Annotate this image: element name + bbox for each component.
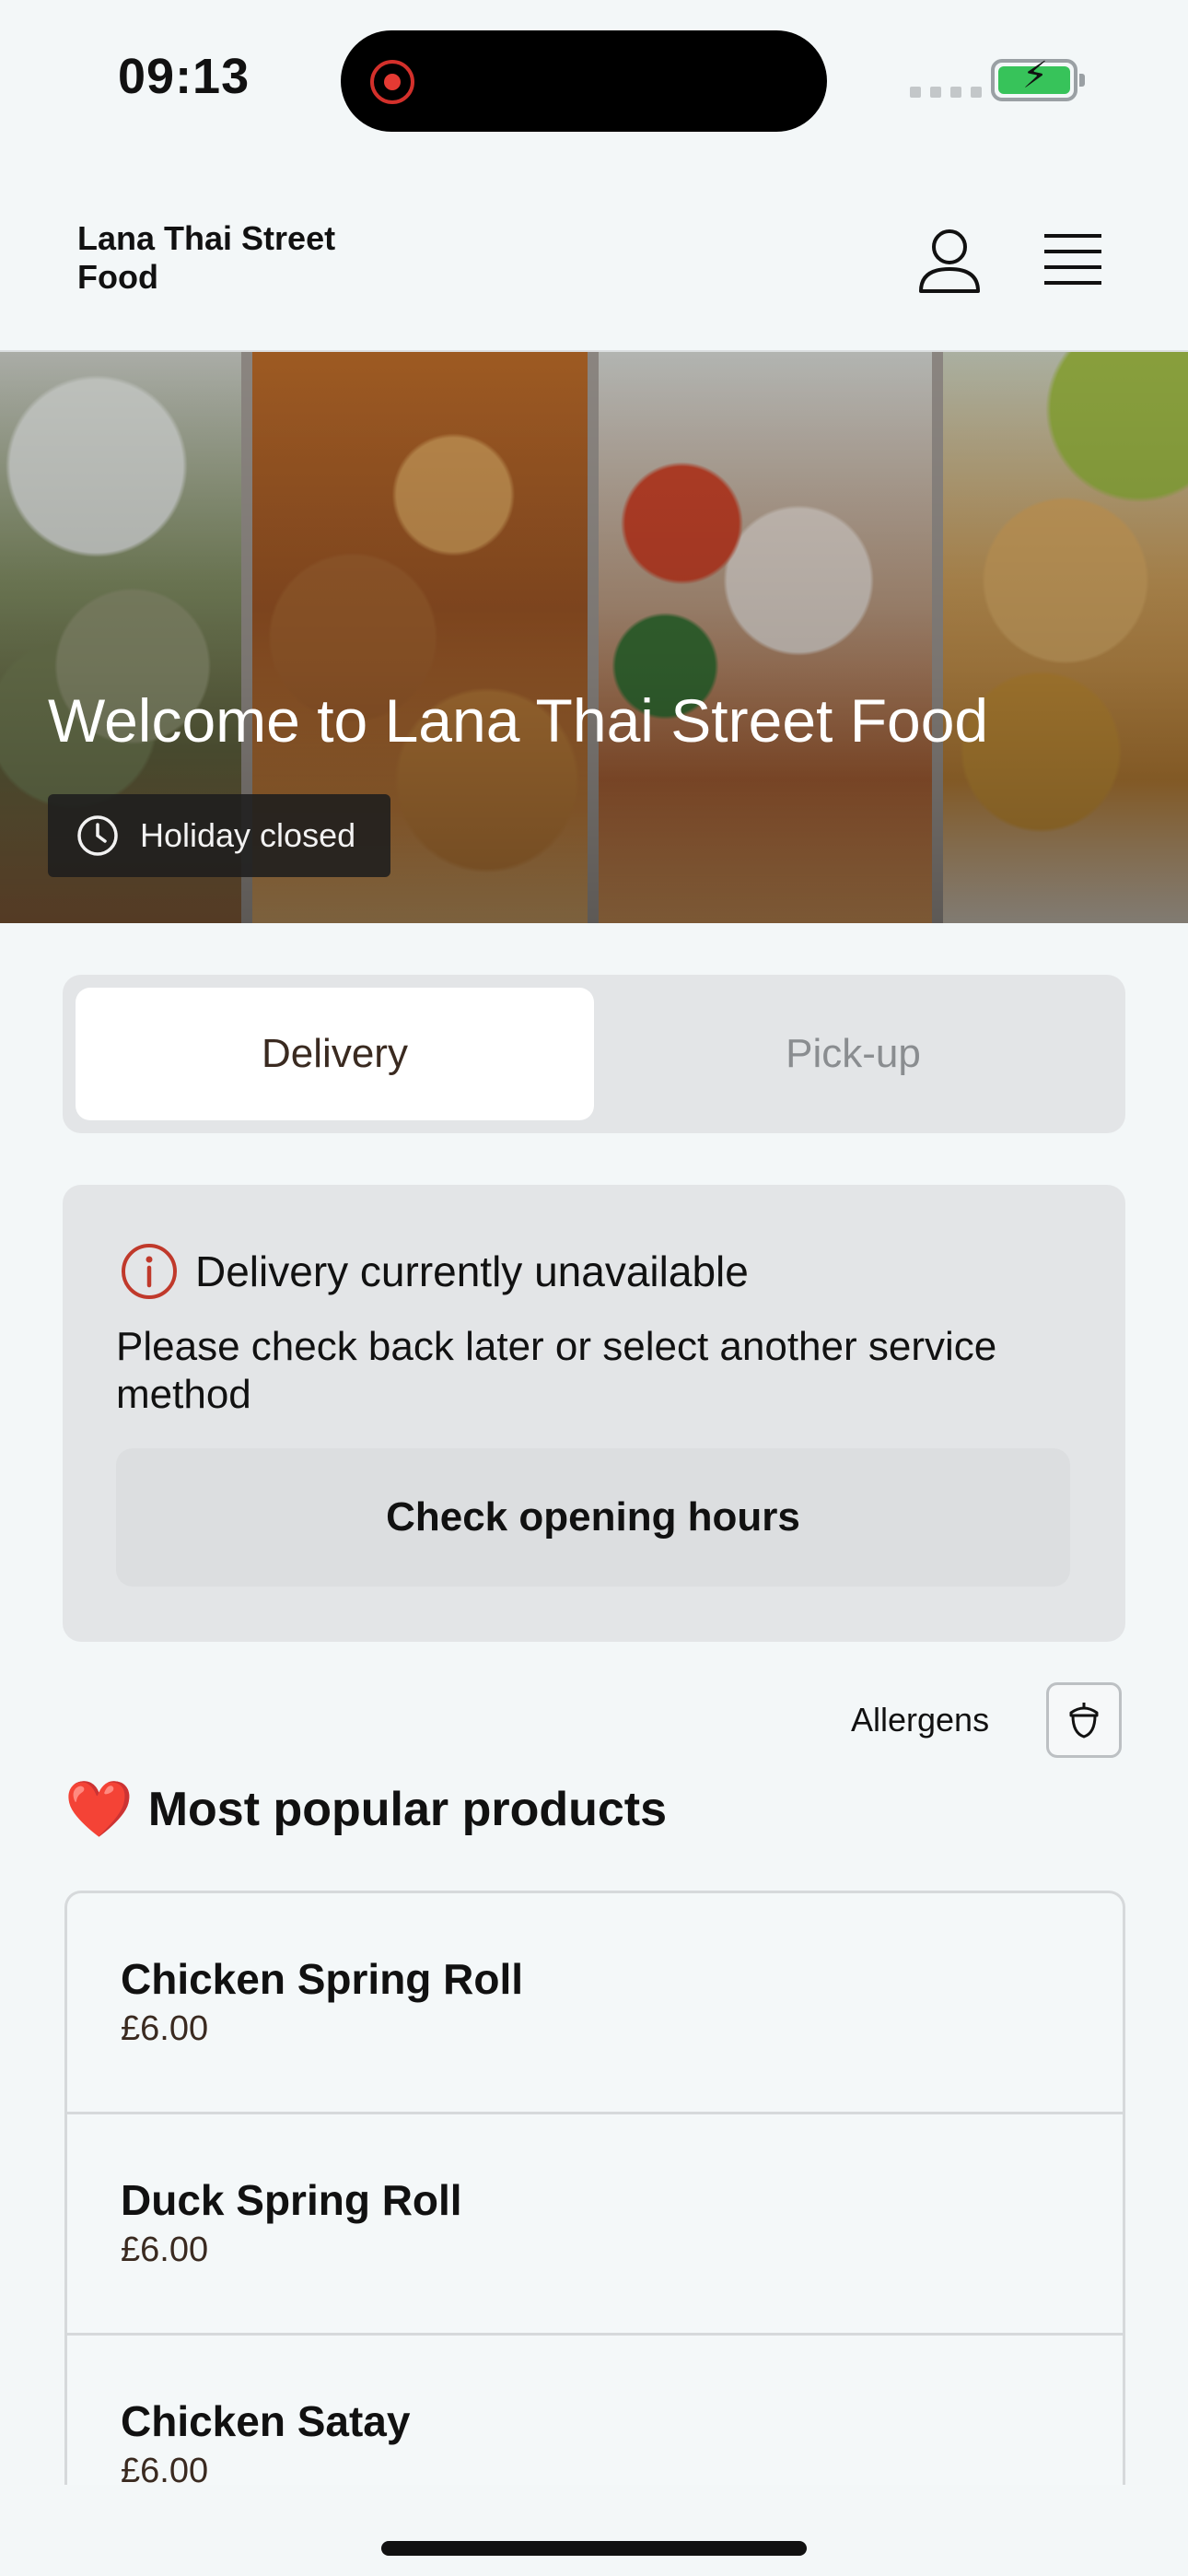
check-opening-hours-button[interactable]: Check opening hours (116, 1448, 1070, 1587)
info-icon (122, 1244, 177, 1299)
brand-name[interactable]: Lana Thai Street Food (77, 219, 390, 297)
status-time: 09:13 (118, 49, 250, 104)
opening-status-badge: Holiday closed (48, 794, 390, 877)
service-method-toggle: Delivery Pick-up (63, 975, 1125, 1133)
product-price: £6.00 (121, 2452, 209, 2485)
battery-icon: ⚡ (991, 57, 1085, 101)
dynamic-island (341, 30, 827, 132)
hero-banner: Welcome to Lana Thai Street Food Holiday… (0, 352, 1188, 923)
allergens-button[interactable] (1046, 1682, 1122, 1758)
app-header: Lana Thai Street Food (0, 166, 1188, 352)
tab-pickup[interactable]: Pick-up (594, 988, 1112, 1120)
product-card[interactable]: Duck Spring Roll £6.00 (67, 2114, 1123, 2336)
hero-title: Welcome to Lana Thai Street Food (48, 686, 989, 755)
product-card[interactable]: Chicken Spring Roll £6.00 (67, 1893, 1123, 2114)
heart-icon: ❤️ (64, 1778, 134, 1840)
account-icon[interactable] (917, 227, 982, 295)
acorn-icon (1069, 1703, 1099, 1739)
signal-icon (910, 87, 982, 98)
section-title-text: Most popular products (147, 1783, 668, 1836)
product-name: Chicken Satay (121, 2397, 411, 2445)
status-bar: 09:13 ⚡ (0, 0, 1188, 166)
product-card[interactable]: Chicken Satay £6.00 (67, 2336, 1123, 2485)
opening-status-text: Holiday closed (140, 816, 356, 854)
home-indicator[interactable] (381, 2541, 807, 2556)
notice-title: Delivery currently unavailable (195, 1247, 749, 1295)
delivery-unavailable-notice: Delivery currently unavailable Please ch… (63, 1185, 1125, 1642)
recording-indicator-icon (370, 60, 414, 104)
product-price: £6.00 (121, 2009, 209, 2048)
product-name: Duck Spring Roll (121, 2176, 462, 2224)
popular-products-list: Chicken Spring Roll £6.00 Duck Spring Ro… (64, 1891, 1125, 2485)
product-price: £6.00 (121, 2231, 209, 2269)
allergens-label[interactable]: Allergens (851, 1701, 989, 1739)
clock-icon (77, 815, 118, 856)
section-title: ❤️ Most popular products (64, 1782, 667, 1837)
notice-message: Please check back later or select anothe… (116, 1324, 997, 1417)
hamburger-menu-icon[interactable] (1042, 232, 1103, 287)
product-name: Chicken Spring Roll (121, 1955, 524, 2003)
tab-delivery[interactable]: Delivery (76, 988, 594, 1120)
